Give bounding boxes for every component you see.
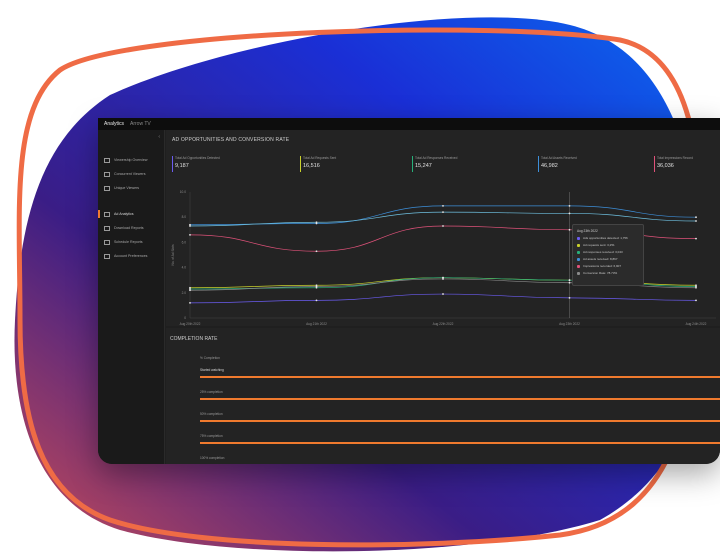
x-tick-label: Aug 21th 2022 (306, 322, 327, 326)
chevron-left-icon[interactable]: ‹ (158, 134, 160, 140)
completion-label: 25% completion (200, 390, 223, 394)
sidebar-item-label: Account Preferences (114, 254, 148, 258)
legend-dot (577, 250, 580, 254)
completion-title: COMPLETION RATE (170, 336, 218, 342)
sidebar-item-concurrent-viewers[interactable]: Concurrent Viewers (104, 170, 160, 178)
data-point (695, 220, 697, 222)
completion-label: 75% completion (200, 434, 223, 438)
series-line (189, 293, 697, 304)
sidebar-item-schedule-reports[interactable]: Schedule Reports (104, 238, 160, 246)
legend-dot (577, 257, 580, 261)
completion-bar (200, 442, 720, 444)
y-tick-label: 0 (184, 316, 186, 320)
data-point (695, 286, 697, 289)
clock-icon (104, 239, 110, 245)
legend-dot (577, 243, 580, 247)
gear-icon (104, 253, 110, 259)
tooltip-row-text: Impressions recorded: 6,907 (583, 264, 622, 268)
data-point (315, 221, 318, 224)
data-point (189, 289, 191, 292)
legend-dot (577, 271, 580, 275)
sidebar-item-ad-analytics[interactable]: Ad Analytics (104, 210, 160, 218)
tooltip-title: Aug 23th 2022 (577, 229, 598, 233)
sidebar-item-label: Ad Analytics (114, 212, 134, 216)
data-point (568, 228, 571, 231)
completion-label: 50% completion (200, 412, 223, 416)
tab-analytics[interactable]: Analytics (104, 121, 124, 127)
y-tick-label: 6.0 (182, 240, 187, 244)
x-tick-label: Aug 20th 2022 (180, 322, 201, 326)
completion-label: Started watching (200, 368, 224, 372)
legend-dot (577, 236, 580, 240)
data-point (315, 285, 318, 288)
sidebar-item-unique-viewers[interactable]: Unique Viewers (104, 184, 160, 192)
sidebar-item-account-preferences[interactable]: Account Preferences (104, 252, 160, 260)
sidebar: ‹ Viewership Overview Concurrent Viewers… (98, 130, 165, 464)
sidebar-item-label: Concurrent Viewers (114, 172, 146, 176)
data-point (442, 225, 444, 227)
y-tick-label: 4.0 (182, 266, 187, 270)
x-tick-label: Aug 22th 2022 (433, 322, 454, 326)
tooltip-row-text: Ad responses received: 3,043 (583, 250, 623, 254)
x-tick-label: Aug 23th 2022 (559, 322, 580, 326)
top-bar: Analytics Arrow TV (98, 118, 720, 130)
x-tick-label: Aug 24th 2022 (686, 322, 707, 326)
tooltip-row: Impressions recorded: 6,907 (577, 264, 643, 268)
chart-tooltip: Aug 23th 2022 Ads opportunities detected… (572, 224, 644, 286)
tooltip-row-text: Conversion Rate: 78.73% (583, 271, 618, 275)
active-indicator (98, 210, 100, 218)
y-axis-label: No. of Ad Slots (171, 244, 175, 265)
completion-label: 100% completion (200, 456, 225, 460)
sidebar-item-label: Viewership Overview (114, 158, 148, 162)
app-window: Analytics Arrow TV ‹ Viewership Overview… (98, 118, 720, 464)
data-point (442, 204, 444, 207)
tooltip-row: Ads opportunities detected: 1,756 (577, 236, 643, 240)
tooltip-row: Ad assets received: 8,867 (577, 257, 643, 261)
tab-arrow-tv[interactable]: Arrow TV (130, 121, 151, 127)
tooltip-row-text: Ad requests sent: 3,251 (583, 243, 615, 247)
users-icon (104, 171, 110, 177)
series-line (189, 205, 697, 226)
tooltip-row: Conversion Rate: 78.73% (577, 271, 643, 275)
tooltip-row: Ad requests sent: 3,251 (577, 243, 643, 247)
tooltip-row-text: Ads opportunities detected: 1,756 (583, 236, 628, 240)
sidebar-item-viewership-overview[interactable]: Viewership Overview (104, 156, 160, 164)
data-point (568, 281, 571, 284)
data-point (189, 301, 191, 304)
user-icon (104, 185, 110, 191)
y-tick-label: 10.0 (180, 190, 186, 194)
data-point (568, 279, 571, 282)
y-tick-label: 8.0 (182, 215, 187, 219)
sidebar-item-label: Unique Viewers (114, 186, 140, 190)
data-point (695, 216, 697, 219)
legend-dot (577, 264, 580, 268)
data-point (442, 278, 444, 280)
data-point (442, 211, 444, 214)
completion-bar (200, 398, 720, 400)
completion-rate-panel: COMPLETION RATE % Completion Started wat… (166, 328, 720, 464)
tooltip-row-text: Ad assets received: 8,867 (583, 257, 618, 261)
chart-icon (104, 211, 110, 217)
completion-header: % Completion (200, 356, 220, 360)
data-point (568, 212, 571, 215)
data-point (315, 299, 318, 302)
completion-bar (200, 420, 720, 422)
data-point (442, 293, 444, 295)
sidebar-item-label: Schedule Reports (114, 240, 143, 244)
data-point (315, 250, 318, 253)
tooltip-row: Ad responses received: 3,043 (577, 250, 643, 254)
data-point (189, 225, 191, 227)
sidebar-item-download-reports[interactable]: Download Reports (104, 224, 160, 232)
completion-bar (200, 376, 720, 378)
data-point (189, 233, 191, 236)
data-point (695, 299, 697, 302)
y-tick-label: 2.0 (182, 291, 187, 295)
data-point (695, 237, 697, 240)
download-icon (104, 225, 110, 231)
data-point (568, 296, 571, 299)
monitor-icon (104, 157, 110, 163)
data-point (568, 204, 571, 207)
sidebar-item-label: Download Reports (114, 226, 144, 230)
